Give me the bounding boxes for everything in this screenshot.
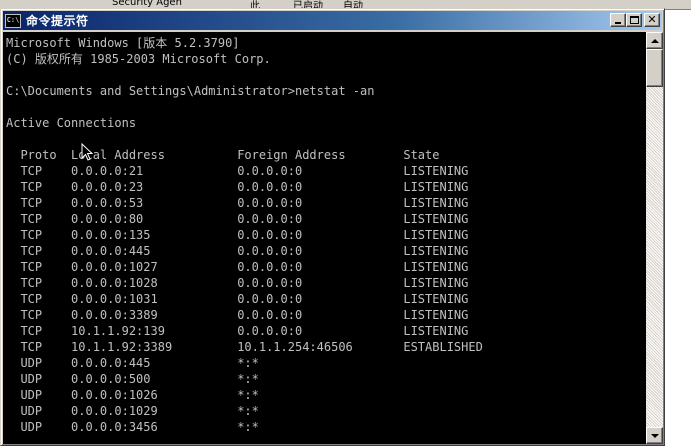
console-line: TCP 0.0.0.0:1028 0.0.0.0:0 LISTENING xyxy=(6,276,469,290)
arrow-up-icon xyxy=(650,38,659,43)
console-line: Active Connections xyxy=(6,116,137,130)
console-line: TCP 10.1.1.92:139 0.0.0.0:0 LISTENING xyxy=(6,324,469,338)
console-output-area[interactable]: Microsoft Windows [版本 5.2.3790] (C) 版权所有… xyxy=(3,32,646,444)
arrow-down-icon xyxy=(650,433,659,438)
maximize-button[interactable] xyxy=(626,13,642,27)
maximize-icon xyxy=(630,16,639,24)
console-line: UDP 0.0.0.0:445 *:* xyxy=(6,356,259,370)
console-text: Microsoft Windows [版本 5.2.3790] (C) 版权所有… xyxy=(6,35,483,435)
console-line: TCP 0.0.0.0:80 0.0.0.0:0 LISTENING xyxy=(6,212,469,226)
console-line: TCP 0.0.0.0:1031 0.0.0.0:0 LISTENING xyxy=(6,292,469,306)
desktop-area xyxy=(665,10,691,446)
console-line: Proto Local Address Foreign Address Stat… xyxy=(6,148,440,162)
close-button[interactable]: ✕ xyxy=(644,13,660,27)
scroll-down-button[interactable] xyxy=(646,427,663,444)
console-line: Microsoft Windows [版本 5.2.3790] xyxy=(6,36,240,50)
console-line: TCP 0.0.0.0:445 0.0.0.0:0 LISTENING xyxy=(6,244,469,258)
console-line: UDP 0.0.0.0:1026 *:* xyxy=(6,388,259,402)
background-fragment: Security Agen xyxy=(112,0,182,8)
window-title: 命令提示符 xyxy=(26,14,89,28)
console-line: C:\Documents and Settings\Administrator>… xyxy=(6,84,375,98)
console-line: TCP 0.0.0.0:3389 0.0.0.0:0 LISTENING xyxy=(6,308,469,322)
console-line: UDP 0.0.0.0:3456 *:* xyxy=(6,420,259,434)
console-line: TCP 0.0.0.0:21 0.0.0.0:0 LISTENING xyxy=(6,164,469,178)
scrollbar-thumb[interactable] xyxy=(646,49,663,87)
console-line: TCP 0.0.0.0:135 0.0.0.0:0 LISTENING xyxy=(6,228,469,242)
console-app-icon[interactable]: C:\ xyxy=(5,13,21,28)
console-line: TCP 0.0.0.0:53 0.0.0.0:0 LISTENING xyxy=(6,196,469,210)
close-icon: ✕ xyxy=(647,13,657,26)
minimize-icon xyxy=(615,22,621,24)
console-line: (C) 版权所有 1985-2003 Microsoft Corp. xyxy=(6,52,271,66)
minimize-button[interactable] xyxy=(610,13,626,27)
command-prompt-window: C:\ 命令提示符 ✕ Microsoft Windows [版本 5.2.37… xyxy=(0,8,665,446)
console-line: TCP 0.0.0.0:1027 0.0.0.0:0 LISTENING xyxy=(6,260,469,274)
scroll-up-button[interactable] xyxy=(646,32,663,49)
window-controls: ✕ xyxy=(610,13,660,27)
console-line: UDP 0.0.0.0:500 *:* xyxy=(6,372,259,386)
console-line: UDP 0.0.0.0:1029 *:* xyxy=(6,404,259,418)
mouse-pointer-icon xyxy=(81,143,93,161)
title-bar[interactable]: C:\ 命令提示符 ✕ xyxy=(3,11,662,30)
console-line: TCP 10.1.1.92:3389 10.1.1.254:46506 ESTA… xyxy=(6,340,483,354)
vertical-scrollbar[interactable] xyxy=(646,32,663,444)
console-line: TCP 0.0.0.0:23 0.0.0.0:0 LISTENING xyxy=(6,180,469,194)
